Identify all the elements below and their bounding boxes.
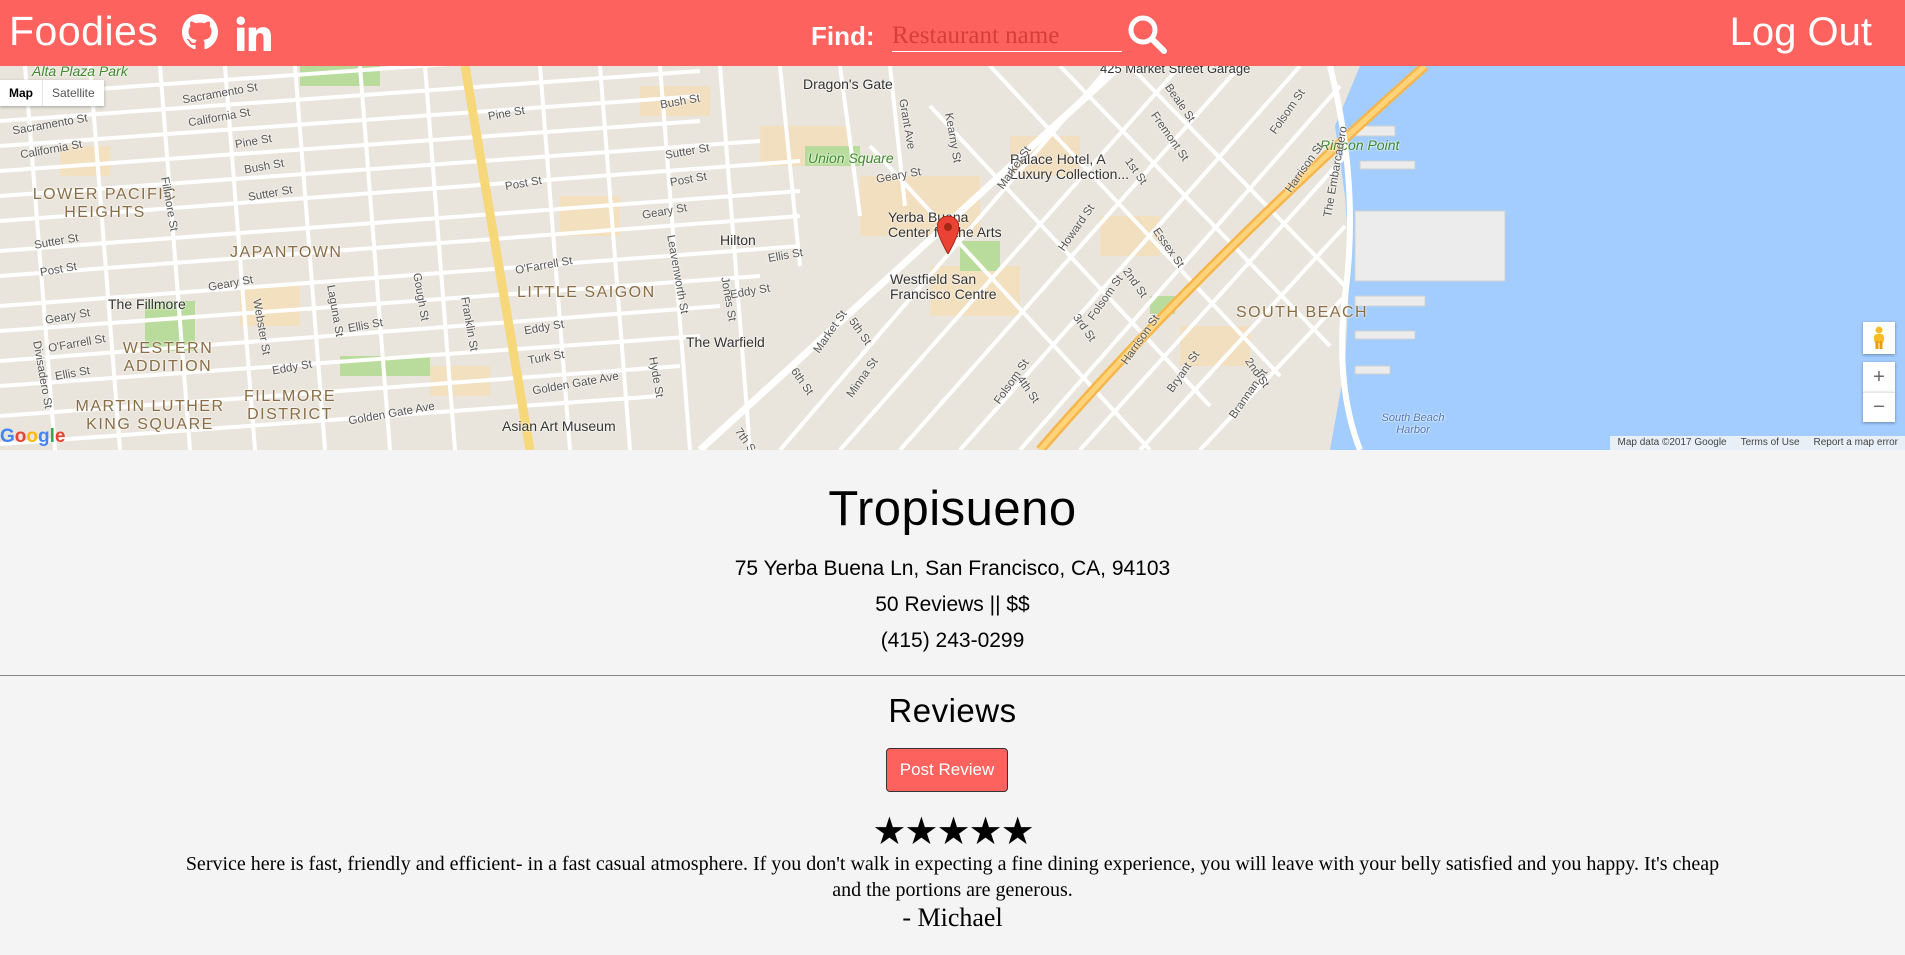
google-logo-letter: g bbox=[38, 426, 50, 447]
zoom-in-button[interactable]: + bbox=[1863, 362, 1895, 392]
map-label: FILLMORE DISTRICT bbox=[243, 388, 336, 423]
google-logo-letter: e bbox=[54, 426, 66, 447]
map-label: SOUTH BEACH bbox=[1236, 304, 1369, 321]
post-review-button[interactable]: Post Review bbox=[886, 748, 1008, 792]
review-star-rating-icon: ★★★★★ bbox=[872, 811, 1034, 853]
section-divider bbox=[0, 675, 1905, 676]
logout-button[interactable]: Log Out bbox=[1730, 10, 1872, 55]
map-attribution: Map data ©2017 Google Terms of Use Repor… bbox=[1610, 436, 1905, 450]
restaurant-phone: (415) 243-0299 bbox=[880, 629, 1025, 652]
map-type-satellite[interactable]: Satellite bbox=[42, 80, 104, 106]
linkedin-icon[interactable] bbox=[236, 16, 272, 52]
map-label: Hilton bbox=[720, 232, 756, 248]
top-navbar: Foodies Find: Log Out bbox=[0, 0, 1905, 66]
map-label: Alta Plaza Park bbox=[32, 66, 128, 79]
restaurant-search-input[interactable] bbox=[892, 20, 1122, 52]
google-logo-letter: o bbox=[26, 426, 38, 447]
find-label: Find: bbox=[811, 21, 875, 51]
brand-logo-link[interactable]: Foodies bbox=[9, 8, 158, 55]
map-label: MARTIN LUTHER KING SQUARE bbox=[75, 398, 225, 433]
map-view[interactable]: Map Satellite Alta Plaza Park LOWER PACI… bbox=[0, 66, 1905, 450]
report-map-error-link[interactable]: Report a map error bbox=[1814, 437, 1898, 449]
search-icon[interactable] bbox=[1126, 13, 1168, 55]
map-data-credit: Map data ©2017 Google bbox=[1617, 437, 1727, 448]
google-logo-letter: G bbox=[0, 426, 15, 447]
restaurant-review-count-price: 50 Reviews || $$ bbox=[875, 593, 1030, 616]
street-view-pegman-icon[interactable] bbox=[1863, 322, 1895, 354]
map-label: Asian Art Museum bbox=[502, 418, 616, 434]
review-author: - Michael bbox=[902, 903, 1003, 932]
map-label: LITTLE SAIGON bbox=[517, 284, 656, 301]
map-label: Dragon's Gate bbox=[803, 76, 893, 92]
restaurant-address: 75 Yerba Buena Ln, San Francisco, CA, 94… bbox=[734, 557, 1171, 580]
google-logo: Google bbox=[0, 426, 65, 448]
map-label: The Warfield bbox=[686, 334, 765, 350]
zoom-out-button[interactable]: − bbox=[1863, 392, 1895, 422]
map-label: Rincon Point bbox=[1320, 137, 1400, 153]
terms-of-use-link[interactable]: Terms of Use bbox=[1741, 437, 1800, 449]
restaurant-name: Tropisueno bbox=[828, 482, 1077, 536]
map-label: Union Square bbox=[808, 150, 894, 166]
reviews-heading: Reviews bbox=[888, 692, 1017, 729]
map-label: WESTERN ADDITION bbox=[122, 340, 214, 375]
github-icon[interactable] bbox=[182, 14, 218, 50]
restaurant-location-pin-icon[interactable] bbox=[937, 216, 959, 254]
map-type-map[interactable]: Map bbox=[0, 80, 42, 106]
map-label: The Fillmore bbox=[108, 296, 186, 312]
map-type-toggle: Map Satellite bbox=[0, 80, 104, 106]
map-label: JAPANTOWN bbox=[230, 244, 343, 261]
map-label: South Beach Harbor bbox=[1381, 412, 1445, 436]
google-logo-letter: o bbox=[14, 426, 27, 447]
map-label: 425 Market Street Garage bbox=[1100, 66, 1251, 76]
review-body: Service here is fast, friendly and effic… bbox=[185, 853, 1720, 901]
map-label: Westfield San Francisco Centre bbox=[890, 271, 997, 302]
